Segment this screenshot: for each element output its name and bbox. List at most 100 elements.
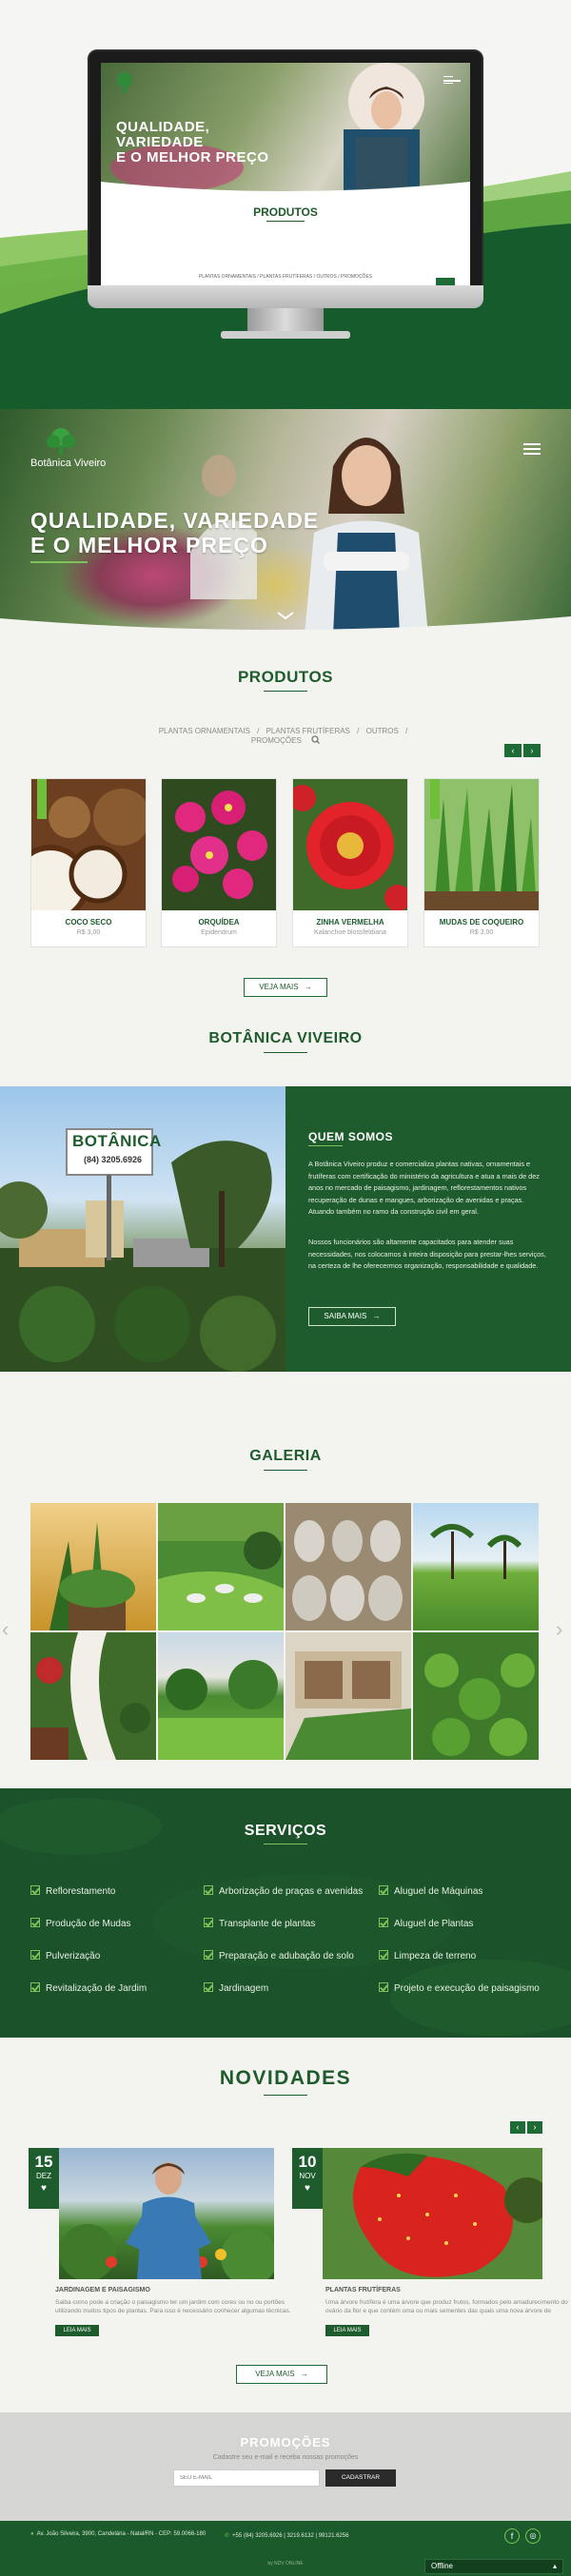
product-card[interactable]: MUDAS DE COQUEIRO R$ 3,00: [423, 778, 540, 947]
product-image-zinha: [293, 779, 407, 910]
services-section: SERVIÇOS Reflorestamento Produção de Mud…: [0, 1788, 571, 2038]
hero-title-underline: [30, 561, 88, 563]
chat-status: Offline: [431, 2562, 453, 2570]
service-item: Pulverização: [30, 1950, 100, 1961]
service-label: Pulverização: [46, 1951, 101, 1961]
email-input[interactable]: [173, 2469, 320, 2487]
news-title-underline: [264, 2095, 307, 2096]
mockup-products-title: PRODUTOS: [253, 205, 318, 219]
service-item: Transplante de plantas: [204, 1918, 315, 1929]
instagram-icon[interactable]: ◎: [525, 2528, 541, 2544]
about-paragraph-1: A Botânica Viveiro produz e comercializa…: [308, 1160, 540, 1216]
news-photo-strawberry[interactable]: [323, 2148, 542, 2279]
news-item-title[interactable]: PLANTAS FRUTÍFERAS: [325, 2287, 401, 2293]
products-prev-button[interactable]: ‹: [504, 744, 522, 757]
subscribe-button[interactable]: CADASTRAR: [325, 2469, 396, 2487]
check-icon: [204, 1918, 213, 1927]
news-title: NOVIDADES: [219, 2067, 352, 2089]
service-label: Arborização de praças e avenidas: [219, 1886, 364, 1897]
product-image-orquidea: [162, 779, 276, 910]
news-month: NOV: [299, 2172, 316, 2180]
hamburger-icon[interactable]: [523, 443, 541, 455]
category-plantas-ornamentais[interactable]: PLANTAS ORNAMENTAIS: [159, 727, 250, 735]
news-month: DEZ: [36, 2172, 51, 2180]
news-next-button[interactable]: ›: [527, 2121, 542, 2134]
about-panel: QUEM SOMOS A Botânica Viveiro produz e c…: [286, 1086, 571, 1372]
product-image-mudas-coqueiro: [424, 779, 539, 910]
check-icon: [204, 1950, 213, 1960]
service-item: Arborização de praças e avenidas: [204, 1885, 363, 1897]
mockup-logo: [112, 70, 137, 99]
products-see-more-button[interactable]: VEJA MAIS →: [244, 978, 327, 997]
logo[interactable]: Botânica Viveiro: [30, 426, 106, 470]
gallery-photo[interactable]: [286, 1503, 411, 1630]
mockup-section: QUALIDADE, VARIEDADE E O MELHOR PREÇO PR…: [0, 0, 571, 409]
menu-separator: /: [405, 727, 408, 735]
product-tag: [299, 779, 308, 819]
about-more-button[interactable]: SAIBA MAIS →: [308, 1307, 396, 1326]
phone-icon: ✆: [225, 2533, 230, 2539]
service-item: Produção de Mudas: [30, 1918, 131, 1929]
gallery-prev-arrow[interactable]: ‹: [2, 1617, 9, 1642]
promo-subtitle: Cadastre seu e-mail e receba nossas prom…: [212, 2454, 359, 2461]
gallery-photo[interactable]: [286, 1632, 411, 1760]
promo-section: PROMOÇÕES Cadastre seu e-mail e receba n…: [0, 2412, 571, 2521]
check-icon: [379, 1918, 388, 1927]
product-card[interactable]: ORQUÍDEA Epidendrum: [161, 778, 277, 947]
about-title-underline: [264, 1052, 307, 1053]
news-see-more-button[interactable]: VEJA MAIS →: [236, 2365, 327, 2384]
chevron-down-icon[interactable]: [276, 611, 295, 620]
gallery-photo[interactable]: [30, 1632, 156, 1760]
gallery-title-underline: [264, 1470, 307, 1471]
category-outros[interactable]: OUTROS: [366, 727, 399, 735]
product-tag: [430, 779, 440, 819]
hero-title: QUALIDADE, VARIEDADE E O MELHOR PREÇO: [30, 508, 320, 557]
product-card[interactable]: ZINHA VERMELHA Kalanchoe blossfeldiana: [292, 778, 408, 947]
menu-separator: /: [357, 727, 360, 735]
products-next-button[interactable]: ›: [523, 744, 541, 757]
service-label: Limpeza de terreno: [394, 1951, 477, 1961]
gallery-photo[interactable]: [413, 1503, 539, 1630]
gallery-photo[interactable]: [158, 1632, 284, 1760]
news-read-more-button[interactable]: LEIA MAIS: [55, 2325, 99, 2336]
check-icon: [379, 1885, 388, 1895]
news-date-badge: 15 DEZ ♥: [29, 2148, 59, 2209]
product-name: ZINHA VERMELHA: [316, 918, 384, 927]
arrow-right-icon: →: [304, 983, 312, 991]
news-read-more-button[interactable]: LEIA MAIS: [325, 2325, 369, 2336]
category-plantas-frutiferas[interactable]: PLANTAS FRUTÍFERAS: [266, 727, 350, 735]
check-icon: [30, 1982, 40, 1992]
product-sub: R$ 3,00: [469, 929, 494, 936]
service-item: Preparação e adubação de solo: [204, 1950, 354, 1961]
sign-phone: (84) 3205.6926: [84, 1155, 143, 1164]
nursery-photo: BOTÂNICA (84) 3205.6926: [0, 1086, 286, 1372]
gallery-photo[interactable]: [30, 1503, 156, 1630]
promo-title: PROMOÇÕES: [240, 2435, 331, 2449]
product-card[interactable]: COCO SECO R$ 3,00: [30, 778, 147, 947]
location-icon: ●: [30, 2531, 34, 2537]
news-prev-button[interactable]: ‹: [510, 2121, 525, 2134]
facebook-icon[interactable]: f: [504, 2528, 520, 2544]
heart-icon[interactable]: ♥: [29, 2183, 59, 2194]
news-item-title[interactable]: JARDINAGEM E PAISAGISMO: [55, 2287, 150, 2293]
service-label: Projeto e execução de paisagismo: [394, 1983, 540, 1994]
service-item: Aluguel de Plantas: [379, 1918, 473, 1929]
product-sub: Kalanchoe blossfeldiana: [314, 929, 386, 936]
menu-separator: /: [257, 727, 260, 735]
chat-widget[interactable]: Offline ▴: [424, 2559, 563, 2574]
gallery-photo[interactable]: [158, 1503, 284, 1630]
gallery-next-arrow[interactable]: ›: [556, 1617, 562, 1642]
service-label: Reflorestamento: [46, 1886, 116, 1897]
service-label: Aluguel de Máquinas: [394, 1886, 483, 1897]
service-item: Reflorestamento: [30, 1885, 115, 1897]
footer-phones: ✆ +55 (84) 3205.6926 | 3219.6132 | 99121.…: [225, 2532, 348, 2539]
heart-icon[interactable]: ♥: [292, 2183, 323, 2194]
category-promocoes[interactable]: PROMOÇÕES: [251, 736, 302, 745]
service-label: Preparação e adubação de solo: [219, 1951, 354, 1961]
gallery-photo[interactable]: [413, 1632, 539, 1760]
news-photo-gardener[interactable]: [59, 2148, 274, 2279]
imac-mockup: QUALIDADE, VARIEDADE E O MELHOR PREÇO PR…: [88, 49, 483, 339]
search-icon[interactable]: [311, 735, 321, 744]
check-icon: [30, 1885, 40, 1895]
mockup-hero: QUALIDADE, VARIEDADE E O MELHOR PREÇO: [101, 63, 470, 191]
